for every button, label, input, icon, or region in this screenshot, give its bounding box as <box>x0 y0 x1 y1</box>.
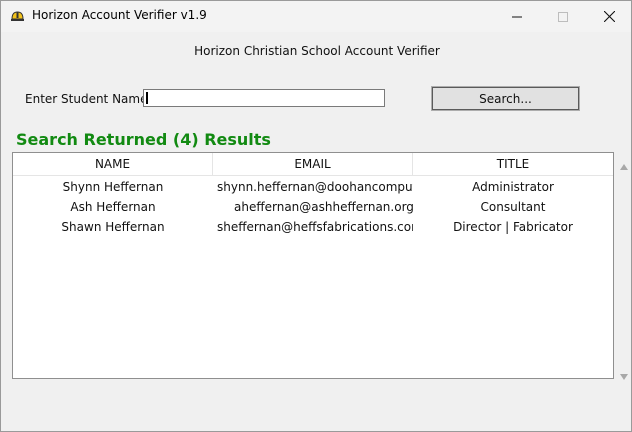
cell-name: Shynn Heffernan <box>62 180 164 194</box>
search-button[interactable]: Search... <box>431 86 580 111</box>
table-header: NAME EMAIL TITLE <box>13 153 613 176</box>
table-row[interactable]: Ash Heffernan aheffernan@ashheffernan.or… <box>13 197 613 217</box>
cell-name: Shawn Heffernan <box>61 220 165 234</box>
cell-email: shynn.heffernan@doohancomputers <box>217 180 413 194</box>
arrow-up-icon[interactable] <box>619 156 629 170</box>
cell-email: sheffernan@heffsfabrications.com.a <box>217 220 413 234</box>
maximize-button <box>540 1 586 32</box>
close-button[interactable] <box>586 1 632 32</box>
maximize-icon <box>558 11 568 22</box>
cell-email: aheffernan@ashheffernan.org <box>234 200 413 214</box>
table-row[interactable]: Shawn Heffernan sheffernan@heffsfabricat… <box>13 217 613 237</box>
student-name-input[interactable] <box>143 89 385 107</box>
cell-title: Director | Fabricator <box>453 220 573 234</box>
column-header-email[interactable]: EMAIL <box>213 153 413 175</box>
results-count-label: Search Returned (4) Results <box>16 130 271 149</box>
minimize-icon <box>512 16 522 17</box>
app-window: Horizon Account Verifier v1.9 Horizon Ch… <box>0 0 632 432</box>
text-caret <box>146 92 148 104</box>
cell-title: Consultant <box>480 200 546 214</box>
minimize-button[interactable] <box>494 1 540 32</box>
cell-title: Administrator <box>472 180 554 194</box>
page-title: Horizon Christian School Account Verifie… <box>194 44 440 58</box>
cell-name: Ash Heffernan <box>70 200 156 214</box>
close-icon <box>603 11 615 22</box>
table-row[interactable]: Shynn Heffernan shynn.heffernan@doohanco… <box>13 177 613 197</box>
window-title: Horizon Account Verifier v1.9 <box>32 8 207 22</box>
arrow-down-icon[interactable] <box>619 366 629 380</box>
column-header-name[interactable]: NAME <box>13 153 213 175</box>
column-header-title[interactable]: TITLE <box>413 153 613 175</box>
student-name-label: Enter Student Name: <box>25 92 152 106</box>
title-bar[interactable]: Horizon Account Verifier v1.9 <box>1 1 631 32</box>
hardhat-icon <box>10 9 25 24</box>
results-table[interactable]: NAME EMAIL TITLE Shynn Heffernan shynn.h… <box>12 152 614 379</box>
